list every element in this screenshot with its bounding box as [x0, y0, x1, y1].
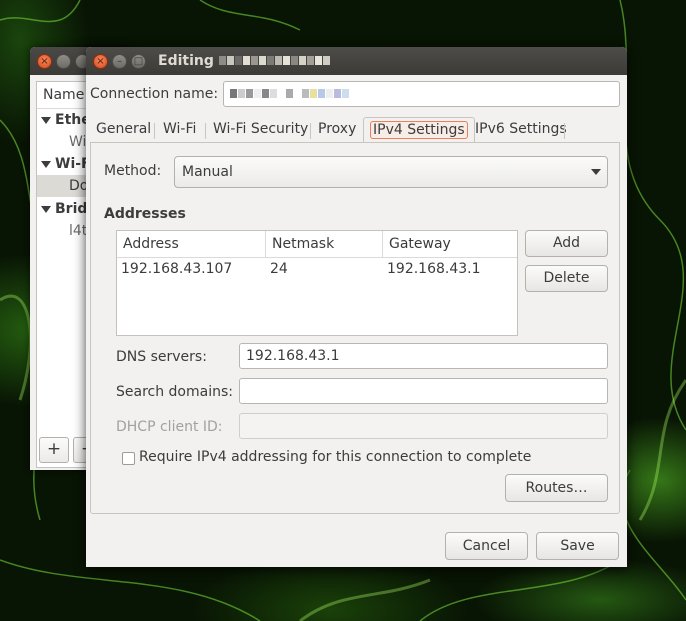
addresses-table[interactable]: Address Netmask Gateway 192.168.43.107 2… — [116, 230, 518, 336]
cancel-button[interactable]: Cancel — [445, 532, 528, 560]
tab-divider — [154, 123, 155, 139]
search-domains-field[interactable] — [239, 378, 608, 404]
tab-proxy[interactable]: Proxy — [312, 117, 362, 143]
method-label: Method: — [104, 163, 162, 179]
require-ipv4-label[interactable]: Require IPv4 addressing for this connect… — [139, 449, 531, 465]
tab-ipv4-settings[interactable]: IPv4 Settings — [363, 117, 475, 144]
dhcp-client-id-label: DHCP client ID: — [116, 419, 223, 435]
expander-down-icon[interactable] — [41, 117, 51, 124]
dialog-titlebar[interactable]: × – □ Editing — [86, 47, 627, 75]
minimize-icon[interactable] — [56, 54, 71, 69]
redacted-connection-name — [230, 82, 350, 106]
tab-divider — [564, 123, 565, 139]
tab-wifi-security[interactable]: Wi-Fi Security — [207, 117, 314, 143]
column-header-netmask[interactable]: Netmask — [266, 231, 383, 258]
connection-name-field[interactable] — [223, 81, 620, 107]
tab-divider — [310, 123, 311, 139]
tab-divider — [205, 123, 206, 139]
cell-netmask[interactable]: 24 — [270, 261, 288, 277]
connection-name-label: Connection name: — [90, 86, 219, 102]
method-dropdown[interactable]: Manual — [174, 156, 608, 188]
close-icon[interactable]: × — [93, 54, 108, 69]
require-ipv4-checkbox[interactable] — [122, 452, 135, 465]
add-address-button[interactable]: Add — [525, 230, 608, 257]
column-header-gateway[interactable]: Gateway — [383, 231, 517, 258]
expander-down-icon[interactable] — [41, 161, 51, 168]
title-prefix: Editing — [158, 53, 214, 69]
dhcp-client-id-field — [239, 413, 608, 439]
tab-general[interactable]: General — [90, 117, 157, 143]
addresses-heading: Addresses — [104, 206, 186, 222]
close-icon[interactable]: × — [37, 54, 52, 69]
redacted-connection-name — [218, 47, 331, 75]
delete-address-button[interactable]: Delete — [525, 265, 608, 292]
cell-address[interactable]: 192.168.43.107 — [121, 261, 232, 277]
method-value: Manual — [182, 164, 233, 180]
routes-button[interactable]: Routes… — [505, 474, 608, 502]
search-domains-label: Search domains: — [116, 384, 233, 400]
column-header-address[interactable]: Address — [117, 231, 266, 258]
tab-label: IPv4 Settings — [370, 121, 468, 139]
tab-wifi[interactable]: Wi-Fi — [157, 117, 202, 143]
cell-gateway[interactable]: 192.168.43.1 — [387, 261, 481, 277]
dns-servers-label: DNS servers: — [116, 349, 207, 365]
minimize-icon[interactable]: – — [112, 54, 127, 69]
editing-dialog: × – □ Editing Connection name: General W… — [86, 47, 627, 567]
dialog-title: Editing — [158, 47, 331, 75]
ipv4-settings-panel: Method: Manual Addresses Address Netmask… — [90, 142, 620, 514]
maximize-icon[interactable]: □ — [131, 54, 146, 69]
save-button[interactable]: Save — [536, 532, 619, 560]
dropdown-arrow-icon — [591, 169, 601, 175]
dns-servers-field[interactable]: 192.168.43.1 — [239, 343, 608, 369]
tab-ipv6-settings[interactable]: IPv6 Settings — [469, 117, 573, 143]
add-connection-button[interactable]: + — [39, 437, 69, 463]
expander-down-icon[interactable] — [41, 206, 51, 213]
